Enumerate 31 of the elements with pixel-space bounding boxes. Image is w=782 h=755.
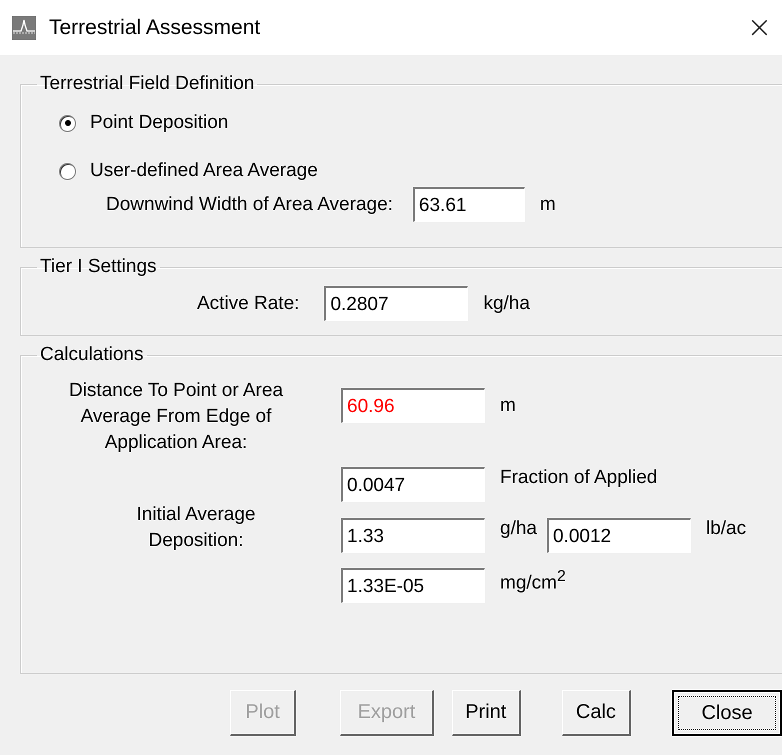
group-title: Terrestrial Field Definition [39, 73, 256, 95]
unit-label: g/ha [500, 518, 537, 540]
input-field[interactable]: 0.2807 [324, 286, 468, 321]
dialog-button[interactable]: Close [672, 690, 782, 736]
input-field[interactable]: 1.33 [341, 518, 485, 553]
unit-label: kg/ha [483, 292, 530, 314]
field-label: Initial Average Deposition: [135, 503, 256, 553]
input-field[interactable]: 1.33E-05 [341, 568, 485, 603]
radio-button[interactable] [59, 162, 76, 180]
input-field[interactable]: 0.0012 [546, 518, 691, 553]
group-title: Calculations [39, 344, 144, 366]
unit-label: m [500, 394, 516, 416]
input-field[interactable]: 60.96 [341, 388, 485, 423]
group-title: Tier I Settings [39, 256, 158, 278]
radio-label: User-defined Area Average [90, 160, 318, 182]
radio-button[interactable] [59, 114, 76, 132]
dialog-button[interactable]: Print [452, 690, 521, 736]
field-label: Active Rate: [197, 292, 300, 314]
unit-label: mg/cm$^{2}$ [500, 568, 566, 594]
unit-label: m [540, 194, 556, 216]
unit-label: Fraction of Applied [500, 467, 658, 489]
field-label: Downwind Width of Area Average: [106, 194, 393, 216]
window-title: Terrestrial Assessment [49, 16, 260, 40]
chart-icon [12, 16, 36, 40]
input-field[interactable]: 63.61 [412, 187, 525, 222]
field-label: Distance To Point or Area Average From Edge of Application Area: [68, 379, 284, 455]
unit-label: lb/ac [706, 518, 746, 540]
close-button[interactable]: × [740, 12, 778, 42]
dialog-button[interactable]: Calc [562, 690, 632, 736]
radio-label: Point Deposition [90, 112, 228, 134]
input-field[interactable]: 0.0047 [341, 467, 485, 502]
